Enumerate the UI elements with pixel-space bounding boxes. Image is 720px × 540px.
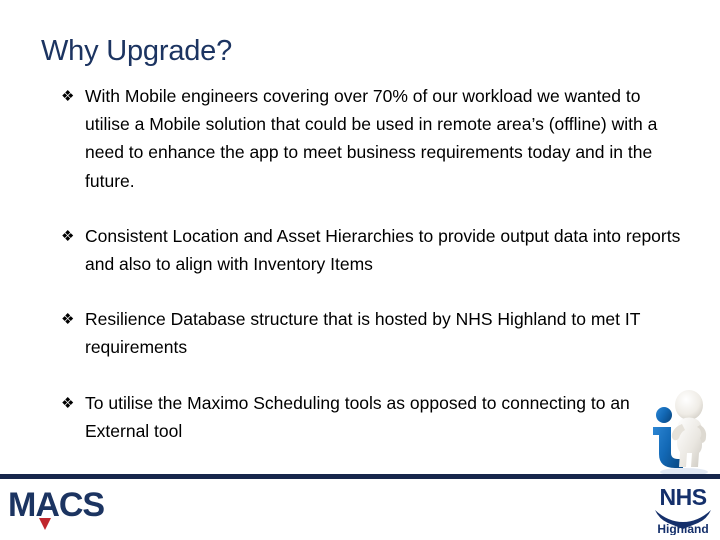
nhs-logo-primary-text: NHS — [659, 484, 706, 510]
info-person-icon — [648, 388, 714, 476]
bullet-item-3: ❖ Resilience Database structure that is … — [59, 305, 684, 361]
diamond-bullet-icon: ❖ — [61, 394, 75, 412]
diamond-bullet-icon: ❖ — [61, 311, 75, 329]
diamond-bullet-icon: ❖ — [61, 227, 75, 245]
bullet-item-4: ❖ To utilise the Maximo Scheduling tools… — [59, 389, 684, 445]
bullet-item-2-text: Consistent Location and Asset Hierarchie… — [85, 225, 681, 275]
nhs-logo-secondary-text: Highland — [657, 522, 708, 535]
presentation-slide: Why Upgrade? ❖ With Mobile engineers cov… — [0, 0, 720, 540]
bullet-item-1: ❖ With Mobile engineers covering over 70… — [59, 82, 684, 195]
macs-logo: MACS — [8, 486, 120, 531]
nhs-highland-logo: NHS Highland — [650, 483, 716, 536]
footer-divider — [0, 474, 720, 479]
bullet-item-2: ❖ Consistent Location and Asset Hierarch… — [59, 222, 684, 278]
bullet-item-3-text: Resilience Database structure that is ho… — [85, 309, 641, 358]
page-title: Why Upgrade? — [41, 35, 233, 67]
macs-logo-text: MACS — [8, 487, 104, 524]
slide-body: ❖ With Mobile engineers covering over 70… — [59, 82, 684, 482]
diamond-bullet-icon: ❖ — [61, 88, 75, 105]
bullet-item-1-text: With Mobile engineers covering over 70% … — [85, 86, 658, 191]
bullet-item-4-text: To utilise the Maximo Scheduling tools a… — [85, 392, 630, 441]
macs-logo-triangle — [39, 518, 51, 530]
